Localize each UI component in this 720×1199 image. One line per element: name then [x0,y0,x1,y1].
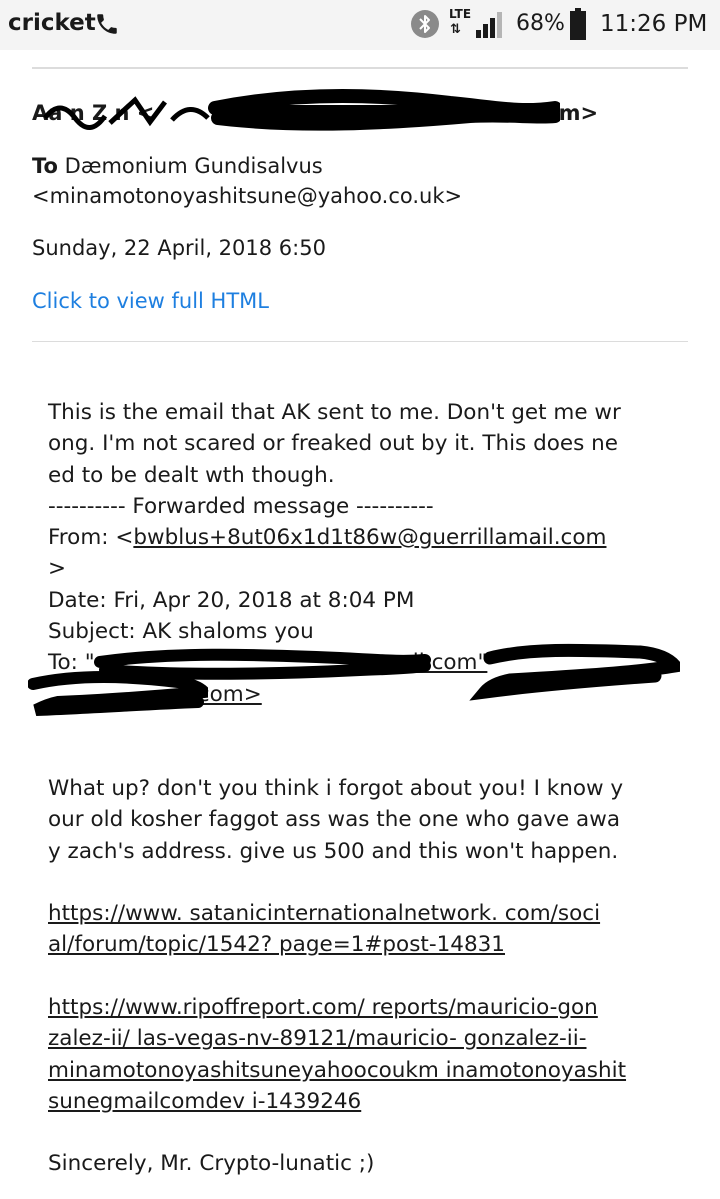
to-address[interactable]: <minamotonoyashitsune@yahoo.co.uk> [32,181,462,211]
redaction-scribble [43,89,560,131]
redaction-scribble [28,671,208,716]
carrier-name: cricket [8,10,96,36]
signoff: Sincerely, Mr. Crypto-lunatic ;) [48,1151,375,1176]
divider [32,67,688,69]
bluetooth-icon [411,10,439,38]
body-line: This is the email that AK sent to me. Do… [48,400,621,425]
body-line: What up? don't you think i forgot about … [48,776,624,801]
email-date: Sunday, 22 April, 2018 6:50 [32,236,326,260]
clock: 11:26 PM [600,11,708,37]
body-line: y zach's address. give us 500 and this w… [48,838,619,864]
signal-icon [476,12,502,38]
url-link-satanic[interactable]: https://www. satanicinternationalnetwork… [48,898,688,961]
body-line: ong. I'm not scared or freaked out by it… [48,431,619,457]
battery-icon [570,8,586,40]
forwarded-from-close: > [48,556,67,582]
forwarded-header: ---------- Forwarded message ---------- [48,493,434,519]
lte-icon: LTE ⇅ [449,7,472,37]
view-full-html-link[interactable]: Click to view full HTML [32,286,269,316]
battery-percent: 68% [516,11,565,36]
divider [32,341,688,342]
body-line: our old kosher faggot ass was the one wh… [48,807,620,833]
message-text: What up? don't you think i forgot about … [48,773,688,867]
to-line: To Dæmonium Gundisalvus [32,154,323,178]
forwarded-from: From: <bwblus+8ut06x1d1t86w@guerrillamai… [48,525,607,551]
status-bar: cricket LTE ⇅ 68% 11:26 PM [0,0,720,50]
url-link-ripoffreport[interactable]: https://www.ripoffreport.com/ reports/ma… [48,992,688,1117]
forwarded-date: Date: Fri, Apr 20, 2018 at 8:04 PM [48,587,415,613]
phone-icon [97,14,117,34]
forwarded-from-address-link[interactable]: bwblus+8ut06x1d1t86w@guerrillamail.com [133,525,606,550]
body-line: ed to be dealt wth though. [48,462,335,488]
